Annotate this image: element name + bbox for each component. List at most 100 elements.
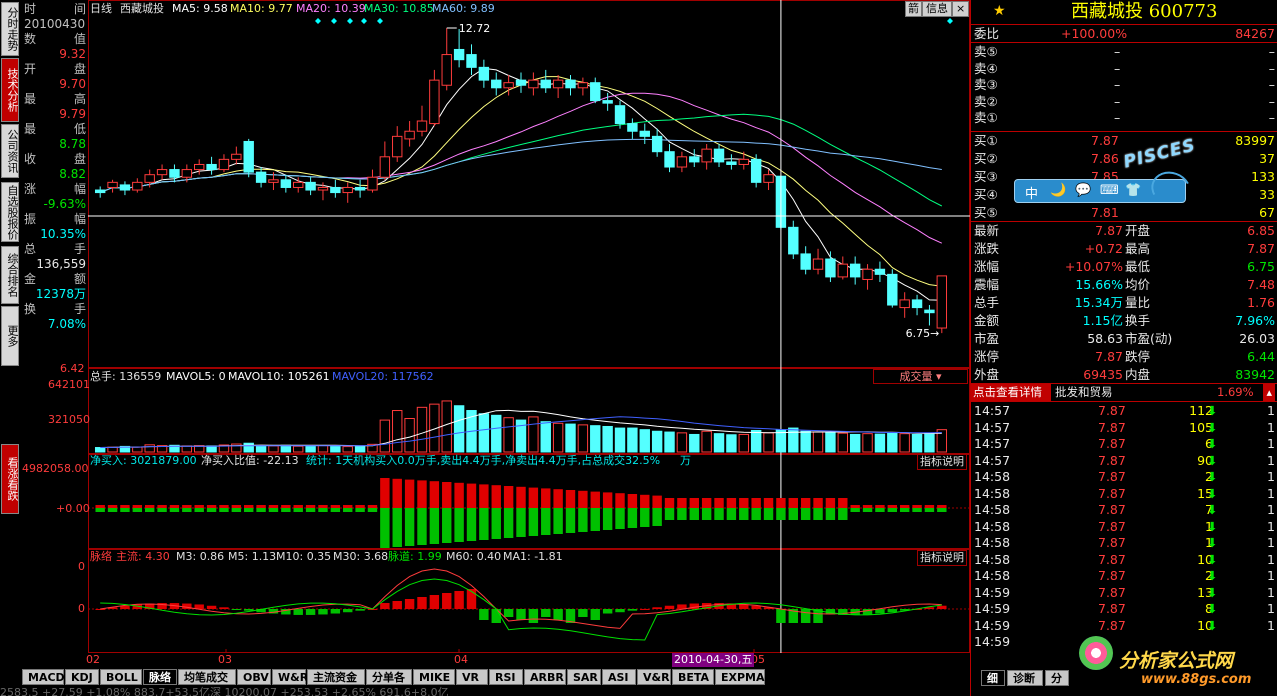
right-tab-1[interactable]: 诊断 [1007,670,1043,686]
nav-tab-5[interactable]: 更多 [1,306,19,366]
info-row: 振幅 [20,211,88,227]
indicator-tab-macd[interactable]: MACD [22,669,65,685]
x-axis-label: 03 [218,653,232,666]
signal-diamond [331,18,337,24]
flow-bar-buy [392,478,402,508]
toolbar-icon-2[interactable]: 💬 [1075,183,1091,198]
right-tab-0[interactable]: 细 [981,670,1005,686]
nav-tab-trend-outlook[interactable]: 看涨看跌 [1,444,19,514]
flow-bar-sell [305,508,316,512]
flow-bar-sell [132,508,143,512]
toolbar-icon-1[interactable]: 🌙 [1050,183,1066,198]
stat-value-a: 7.87 [1095,223,1123,238]
indicator-tab-obv[interactable]: OBV [237,669,271,685]
tick-row: 14:58 7.87 1 ⬇ 1 [971,518,1277,535]
volume-bar [800,430,811,453]
ma60-label: MA60: 9.89 [432,2,495,15]
candle [701,144,712,170]
candle [911,294,923,316]
info-row: 9.70 [20,76,88,92]
candle [590,77,601,104]
nav-tab-0[interactable]: 分时走势 [1,2,19,56]
flow-bar-sell [330,508,341,512]
candle [404,121,415,147]
stat-key-a: 涨跌 [974,241,1000,256]
sector-name[interactable]: 批发和贸易 [1055,384,1113,401]
flow-bar-buy [565,490,576,508]
candle [354,179,366,198]
info-value: 间 [73,2,86,16]
sell-level-label: 卖⑤ [974,44,998,59]
tick-time: 14:57 [974,419,1011,435]
nav-tab-3[interactable]: 自选股报价 [1,182,19,242]
indicator-tab-arbr[interactable]: ARBR [524,669,566,685]
flow-bar-buy [875,505,885,508]
detail-tab[interactable]: 点击查看详情 [971,384,1051,401]
volume-bar [862,433,873,453]
volume-bar [713,433,725,453]
stat-value-b: 83942 [1235,367,1275,382]
indicator-tab-asi[interactable]: ASI [602,669,636,685]
buy-level-vol: 83997 [1235,133,1275,148]
tick-price: 7.87 [1098,436,1126,451]
right-tab-2[interactable]: 分 [1045,670,1069,686]
favorite-star-icon[interactable]: ★ [993,3,1006,19]
indicator-info-button[interactable]: 指标说明 [917,454,967,470]
flow-bar-sell [392,508,402,547]
volume-bar [181,445,193,453]
flow-bar-sell [318,508,328,512]
flow-bar-sell [875,508,885,512]
indicator-tab-sar[interactable]: SAR [567,669,601,685]
unit-label: 万 [680,454,691,467]
watermark-url: www.88gs.com [1141,672,1252,687]
indicator-tab-mike[interactable]: MIKE [413,669,455,685]
volume-bar [651,430,663,453]
candle [565,75,576,96]
arrow-button[interactable]: 箭 [905,1,922,17]
tick-time: 14:59 [974,601,1011,616]
signal-diamond [347,18,353,24]
flow-bar-sell [701,508,712,520]
indicator-tab-均笔成交[interactable]: 均笔成交 [178,669,236,685]
volume-bar [874,433,886,453]
flow-bar-buy [157,505,167,508]
pulse-bar [392,601,402,609]
volume-selector[interactable]: 成交量 ▾ [873,369,968,384]
flow-bar-sell [95,508,105,512]
indicator-tab-脉络[interactable]: 脉络 [143,669,177,685]
indicator-tab-rsi[interactable]: RSI [489,669,523,685]
sector-close-icon[interactable]: ▴ [1263,384,1275,401]
nav-tab-1[interactable]: 技术分析 [1,58,19,122]
ma5-label: MA5: 9.58 [172,2,228,15]
close-icon[interactable]: × [952,1,970,17]
flow-bar-sell [144,508,155,512]
nav-tab-4[interactable]: 综合排名 [1,246,19,304]
toolbar-icon-0[interactable]: 中 [1025,183,1038,202]
flow-bar-sell [194,508,204,512]
flow-bar-sell [899,508,910,512]
tick-count: 1 [1267,617,1275,633]
indicator-tab-beta[interactable]: BETA [672,669,714,685]
indicator-tab-主流资金[interactable]: 主流资金 [307,669,365,685]
indicator-tab-v&r[interactable]: V&R [637,669,671,685]
indicator-tab-kdj[interactable]: KDJ [65,669,99,685]
sell-level-label: 卖① [974,110,998,125]
toolbar-icon-4[interactable]: 👕 [1125,183,1141,198]
indicator-tab-w&r[interactable]: W&R [272,669,308,685]
nav-tab-2[interactable]: 公司资讯 [1,124,19,178]
pulse-bar [293,609,303,615]
stat-key-a: 涨停 [974,349,1000,364]
info-row: 时间 [20,1,88,17]
tick-price: 7.87 [1098,601,1126,616]
indicator-info-button-2[interactable]: 指标说明 [917,550,967,566]
main-chart-area[interactable]: 12.72 6.75→ [88,0,970,668]
indicator-tab-expma[interactable]: EXPMA [715,669,765,685]
flow-bar-buy [380,478,390,508]
info-button[interactable]: 信息 [922,1,952,17]
toolbar-icon-3[interactable]: ⌨ [1100,183,1119,198]
sell-level-row: 卖④ – – [971,60,1277,77]
indicator-tab-分单各[interactable]: 分单各 [366,669,412,685]
indicator-tab-boll[interactable]: BOLL [100,669,142,685]
tick-time: 14:57 [974,436,1011,451]
indicator-tab-vr[interactable]: VR [456,669,488,685]
